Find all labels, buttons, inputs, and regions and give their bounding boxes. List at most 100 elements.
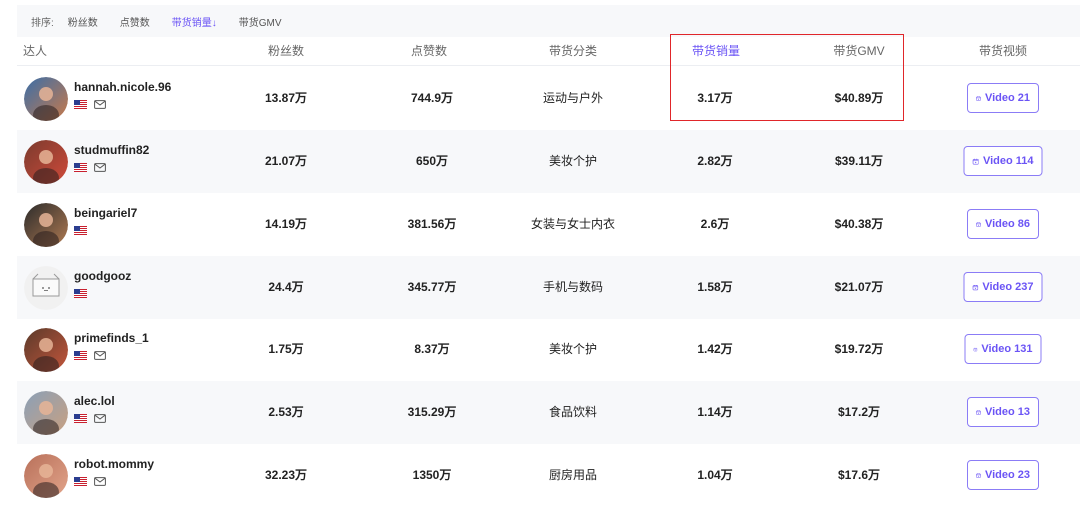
video-button[interactable]: Video 86	[967, 209, 1039, 239]
table-row[interactable]: primefinds_1 1.75万 8.37万 美妆个护 1.42万 $19.…	[17, 318, 1080, 381]
calendar-video-icon	[976, 219, 981, 230]
us-flag-icon	[74, 163, 87, 172]
table-header: 达人 粉丝数 点赞数 带货分类 带货销量 带货GMV 带货视频	[17, 37, 1080, 66]
gmv-value: $40.38万	[834, 217, 884, 231]
sales-count: 1.42万	[697, 342, 733, 356]
table-row[interactable]: beingariel7 14.19万 381.56万 女装与女士内衣 2.6万 …	[17, 193, 1080, 256]
creator-icons	[74, 226, 87, 235]
header-fans[interactable]: 粉丝数	[268, 37, 304, 66]
creator-username[interactable]: studmuffin82	[74, 143, 149, 157]
creator-username[interactable]: hannah.nicole.96	[74, 80, 171, 94]
header-likes[interactable]: 点赞数	[411, 37, 447, 66]
us-flag-icon	[74, 100, 87, 109]
gmv-value: $19.72万	[834, 342, 884, 356]
avatar[interactable]	[24, 77, 68, 121]
video-button-label: Video 131	[981, 343, 1033, 355]
sales-count: 1.04万	[697, 468, 733, 482]
video-button[interactable]: Video 21	[967, 83, 1039, 113]
video-button-label: Video 86	[984, 218, 1030, 230]
video-button-label: Video 114	[982, 155, 1034, 167]
calendar-video-icon	[974, 344, 978, 355]
video-button[interactable]: Video 13	[967, 397, 1039, 427]
header-videos: 带货视频	[978, 44, 1028, 58]
creator-username[interactable]: primefinds_1	[74, 331, 149, 345]
video-button-label: Video 237	[982, 281, 1034, 293]
sort-label: 排序:	[31, 17, 54, 29]
avatar[interactable]	[24, 203, 68, 247]
fans-count: 13.87万	[264, 91, 308, 105]
likes-count: 8.37万	[414, 342, 450, 356]
table-row[interactable]: hannah.nicole.96 13.87万 744.9万 运动与户外 3.1…	[17, 67, 1080, 130]
avatar[interactable]	[24, 140, 68, 184]
header-name: 达人	[23, 44, 48, 58]
us-flag-icon	[74, 226, 87, 235]
gmv-value: $39.11万	[834, 154, 884, 168]
creator-username[interactable]: robot.mommy	[74, 457, 154, 471]
category: 女装与女士内衣	[530, 217, 616, 231]
gmv-value: $17.2万	[837, 405, 881, 419]
avatar[interactable]	[24, 391, 68, 435]
category: 美妆个护	[548, 154, 598, 168]
creator-username[interactable]: goodgooz	[74, 269, 131, 283]
table-row[interactable]: robot.mommy 32.23万 1350万 厨房用品 1.04万 $17.…	[17, 444, 1080, 507]
table-row[interactable]: studmuffin82 21.07万 650万 美妆个护 2.82万 $39.…	[17, 130, 1080, 193]
us-flag-icon	[74, 351, 87, 360]
category: 运动与户外	[542, 91, 604, 105]
creator-icons	[74, 351, 106, 360]
fans-count: 32.23万	[264, 468, 308, 482]
sort-option-sales[interactable]: 带货销量↓	[172, 14, 217, 29]
us-flag-icon	[74, 477, 87, 486]
sales-count: 3.17万	[697, 91, 733, 105]
category: 食品饮料	[548, 405, 598, 419]
header-gmv[interactable]: 带货GMV	[833, 37, 884, 66]
fans-count: 21.07万	[264, 154, 308, 168]
video-button-label: Video 23	[984, 469, 1030, 481]
table-row[interactable]: goodgooz 24.4万 345.77万 手机与数码 1.58万 $21.0…	[17, 256, 1080, 319]
video-button-label: Video 21	[984, 92, 1030, 104]
header-sales[interactable]: 带货销量	[692, 37, 740, 66]
calendar-video-icon	[976, 93, 981, 104]
mail-icon[interactable]	[94, 163, 106, 172]
creator-icons	[74, 289, 87, 298]
mail-icon[interactable]	[94, 100, 106, 109]
creator-username[interactable]: alec.lol	[74, 394, 115, 408]
creator-icons	[74, 163, 106, 172]
fans-count: 1.75万	[268, 342, 304, 356]
likes-count: 650万	[415, 154, 449, 168]
likes-count: 1350万	[412, 468, 452, 482]
sort-option-likes[interactable]: 点赞数	[120, 14, 150, 29]
header-category: 带货分类	[548, 44, 598, 58]
sort-option-fans[interactable]: 粉丝数	[68, 14, 98, 29]
mail-icon[interactable]	[94, 477, 106, 486]
video-button[interactable]: Video 114	[963, 146, 1043, 176]
sales-count: 1.58万	[697, 280, 733, 294]
creator-username[interactable]: beingariel7	[74, 206, 137, 220]
calendar-video-icon	[976, 407, 981, 418]
gmv-value: $40.89万	[834, 91, 884, 105]
video-button[interactable]: Video 23	[967, 460, 1039, 490]
sort-option-gmv[interactable]: 带货GMV	[239, 14, 282, 29]
avatar[interactable]	[24, 454, 68, 498]
likes-count: 345.77万	[407, 280, 457, 294]
video-button[interactable]: Video 237	[963, 272, 1043, 302]
avatar[interactable]	[24, 328, 68, 372]
video-button[interactable]: Video 131	[964, 334, 1042, 364]
category: 美妆个护	[548, 342, 598, 356]
fans-count: 14.19万	[264, 217, 308, 231]
us-flag-icon	[74, 289, 87, 298]
category: 厨房用品	[548, 468, 598, 482]
gmv-value: $21.07万	[834, 280, 884, 294]
likes-count: 315.29万	[407, 405, 457, 419]
mail-icon[interactable]	[94, 414, 106, 423]
sales-count: 2.6万	[700, 217, 730, 231]
video-button-label: Video 13	[984, 406, 1030, 418]
sales-count: 1.14万	[697, 405, 733, 419]
avatar[interactable]	[24, 266, 68, 310]
creator-icons	[74, 414, 106, 423]
table-row[interactable]: alec.lol 2.53万 315.29万 食品饮料 1.14万 $17.2万…	[17, 381, 1080, 444]
mail-icon[interactable]	[94, 351, 106, 360]
likes-count: 381.56万	[407, 217, 457, 231]
creator-icons	[74, 100, 106, 109]
likes-count: 744.9万	[410, 91, 454, 105]
fans-count: 2.53万	[268, 405, 304, 419]
